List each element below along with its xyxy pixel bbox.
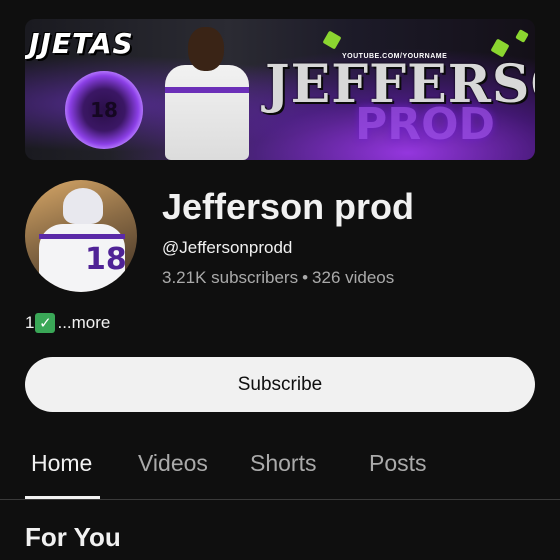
tab-videos[interactable]: Videos <box>138 450 208 477</box>
subscribe-button[interactable]: Subscribe <box>25 357 535 412</box>
channel-description[interactable]: 1 ✓ ...more <box>25 313 110 333</box>
channel-handle: @Jeffersonprodd <box>162 238 293 257</box>
channel-name: Jefferson prod <box>162 186 415 227</box>
tab-posts[interactable]: Posts <box>369 450 427 477</box>
banner-spark <box>515 29 529 43</box>
banner-emblem: 18 <box>65 71 143 149</box>
banner-player-figure <box>153 25 263 160</box>
banner-emblem-number: 18 <box>90 98 118 122</box>
banner-spark <box>322 30 342 50</box>
avatar-jersey-number: 18 <box>85 242 127 277</box>
tab-shorts[interactable]: Shorts <box>250 450 316 477</box>
description-text: 1 <box>25 313 35 332</box>
tab-home[interactable]: Home <box>31 450 92 477</box>
section-title: For You <box>25 522 121 552</box>
video-count: 326 videos <box>312 268 395 287</box>
stats-separator: • <box>302 268 309 287</box>
channel-avatar[interactable]: 18 <box>25 180 137 292</box>
active-tab-indicator <box>25 496 100 499</box>
banner-sub-text: PROD <box>355 99 496 150</box>
more-link[interactable]: ...more <box>57 313 110 333</box>
channel-stats: 3.21K subscribers • 326 videos <box>162 268 394 288</box>
channel-tabs: Home Videos Shorts Posts <box>0 440 560 500</box>
channel-banner: JJETAS 18 YOUTUBE.COM/YOURNAME JEFFERSO … <box>25 19 535 160</box>
subscriber-count: 3.21K subscribers <box>162 268 299 287</box>
banner-tag-text: JJETAS <box>29 27 134 60</box>
check-mark-icon: ✓ <box>35 313 56 333</box>
